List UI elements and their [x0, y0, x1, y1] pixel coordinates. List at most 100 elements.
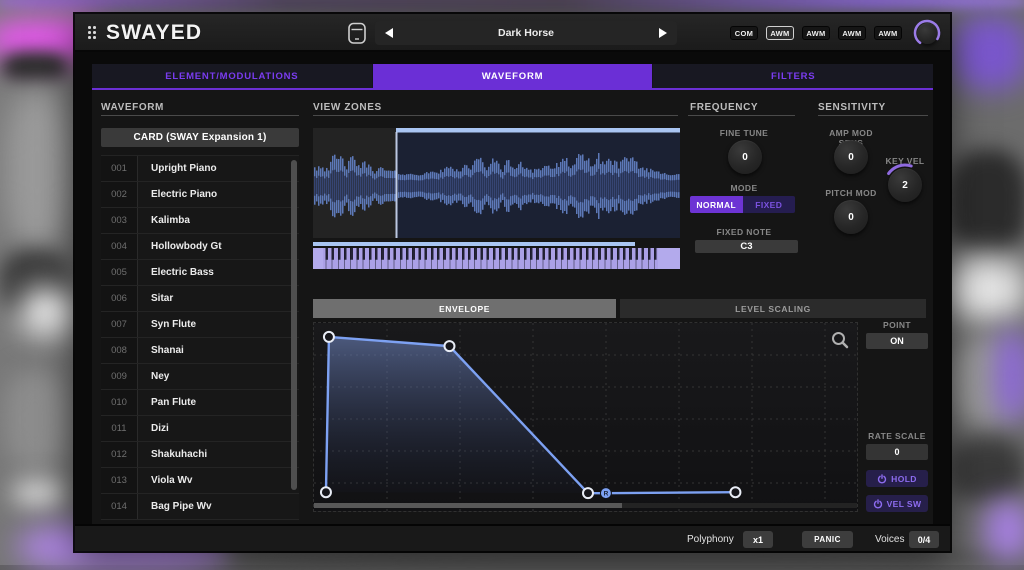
- background-blob: [996, 330, 1024, 420]
- fine-tune-label: FINE TUNE: [688, 128, 800, 138]
- waveform-item[interactable]: 001Upright Piano: [101, 156, 299, 182]
- waveform-item-number: 005: [101, 260, 138, 285]
- waveform-item[interactable]: 006Sitar: [101, 286, 299, 312]
- preset-selector[interactable]: Dark Horse: [375, 21, 677, 45]
- polyphony-value[interactable]: x1: [743, 531, 773, 548]
- panic-button[interactable]: PANIC: [802, 531, 853, 548]
- hold-button[interactable]: HOLD: [866, 470, 928, 487]
- waveform-item[interactable]: 012Shakuhachi: [101, 442, 299, 468]
- mode-option-fixed[interactable]: FIXED: [743, 196, 796, 213]
- tab-element-modulations[interactable]: ELEMENT/MODULATIONS: [92, 64, 372, 88]
- fixed-note-label: FIXED NOTE: [688, 227, 800, 237]
- waveform-item-name: Shakuhachi: [138, 442, 299, 467]
- fine-tune-value: 0: [742, 152, 748, 163]
- waveform-item-number: 011: [101, 416, 138, 441]
- rate-scale-label: RATE SCALE: [866, 431, 928, 441]
- background-blob: [4, 370, 66, 470]
- waveform-item-number: 014: [101, 494, 138, 519]
- waveform-item-name: Upright Piano: [138, 156, 299, 181]
- tab-envelope[interactable]: ENVELOPE: [313, 299, 616, 318]
- envelope-curve: R: [314, 323, 857, 511]
- zone-range-bar[interactable]: [313, 242, 635, 246]
- waveform-item-number: 002: [101, 182, 138, 207]
- voices-value[interactable]: 0/4: [909, 531, 939, 548]
- pitch-mod-value: 0: [848, 212, 854, 223]
- card-button[interactable]: CARD (SWAY Expansion 1): [101, 128, 299, 147]
- preset-prev-icon[interactable]: [385, 28, 393, 38]
- fine-tune-knob[interactable]: 0: [728, 140, 762, 174]
- menu-dots-icon[interactable]: [88, 26, 96, 39]
- top-button-awm[interactable]: AWM: [838, 26, 866, 40]
- pitch-mod-knob[interactable]: 0: [834, 200, 868, 234]
- cartridge-icon[interactable]: [347, 22, 367, 45]
- top-button-awm[interactable]: AWM: [766, 26, 794, 40]
- waveform-item[interactable]: 005Electric Bass: [101, 260, 299, 286]
- top-bar: SWAYED Dark Horse COM AWM AWM AWM AWM: [75, 14, 950, 52]
- preset-next-icon[interactable]: [659, 28, 667, 38]
- background-blob: [944, 258, 1024, 320]
- pitch-mod-label: PITCH MOD: [816, 188, 886, 198]
- envelope-point[interactable]: [321, 487, 331, 497]
- waveform-item[interactable]: 009Ney: [101, 364, 299, 390]
- waveform-item[interactable]: 010Pan Flute: [101, 390, 299, 416]
- top-button-awm[interactable]: AWM: [874, 26, 902, 40]
- background-blob: [948, 438, 1024, 502]
- envelope-point[interactable]: [583, 488, 593, 498]
- frequency-section-title: FREQUENCY: [690, 102, 758, 113]
- waveform-item[interactable]: 003Kalimba: [101, 208, 299, 234]
- amp-mod-sens-knob[interactable]: 0: [834, 140, 868, 174]
- waveform-item[interactable]: 011Dizi: [101, 416, 299, 442]
- waveform-item-name: Ney: [138, 364, 299, 389]
- background-blob: [948, 150, 1024, 254]
- top-buttons: COM AWM AWM AWM AWM: [730, 26, 902, 40]
- master-knob[interactable]: [917, 23, 938, 44]
- envelope-scrollbar-thumb[interactable]: [314, 503, 622, 508]
- plugin-window: SWAYED Dark Horse COM AWM AWM AWM AWM ELEMEN…: [75, 14, 950, 551]
- voices-label: Voices: [875, 526, 904, 553]
- waveform-item-name: Syn Flute: [138, 312, 299, 337]
- waveform-item[interactable]: 002Electric Piano: [101, 182, 299, 208]
- top-button-awm[interactable]: AWM: [802, 26, 830, 40]
- rate-scale-value[interactable]: 0: [866, 444, 928, 460]
- waveform-item[interactable]: 013Viola Wv: [101, 468, 299, 494]
- release-point-label: R: [604, 491, 609, 498]
- envelope-point[interactable]: [444, 341, 454, 351]
- envelope-point[interactable]: [730, 487, 740, 497]
- waveform-item-number: 009: [101, 364, 138, 389]
- divider: [101, 115, 299, 116]
- tab-level-scaling[interactable]: LEVEL SCALING: [620, 299, 926, 318]
- vel-sw-button[interactable]: VEL SW: [866, 495, 928, 512]
- amp-mod-sens-value: 0: [848, 152, 854, 163]
- background-blob: [2, 52, 68, 82]
- waveform-item[interactable]: 014Bag Pipe Wv: [101, 494, 299, 520]
- magnifier-icon[interactable]: [831, 331, 849, 349]
- tab-waveform[interactable]: WAVEFORM: [373, 64, 653, 88]
- sample-waveform-display[interactable]: [313, 128, 680, 238]
- waveform-item-number: 010: [101, 390, 138, 415]
- point-on-button[interactable]: ON: [866, 333, 928, 349]
- top-button-com[interactable]: COM: [730, 26, 758, 40]
- preset-name[interactable]: Dark Horse: [498, 27, 554, 39]
- mode-option-normal[interactable]: NORMAL: [690, 196, 743, 213]
- waveform-item-name: Electric Bass: [138, 260, 299, 285]
- key-vel-value: 2: [902, 180, 908, 191]
- divider: [818, 115, 928, 116]
- waveform-item-name: Dizi: [138, 416, 299, 441]
- envelope-point[interactable]: [324, 332, 334, 342]
- background-blob: [985, 500, 1024, 560]
- envelope-graph[interactable]: R: [313, 322, 858, 512]
- fixed-note-value[interactable]: C3: [695, 240, 798, 253]
- tab-filters[interactable]: FILTERS: [653, 64, 933, 88]
- waveform-list-scrollbar[interactable]: [291, 160, 297, 490]
- key-vel-knob[interactable]: 2: [888, 168, 922, 202]
- app-logo: SWAYED: [106, 21, 202, 45]
- waveform-item[interactable]: 004Hollowbody Gt: [101, 234, 299, 260]
- waveform-item-name: Kalimba: [138, 208, 299, 233]
- waveform-item-number: 003: [101, 208, 138, 233]
- mode-label: MODE: [688, 183, 800, 193]
- waveform-section-title: WAVEFORM: [101, 102, 164, 113]
- zone-keyboard[interactable]: [313, 248, 680, 269]
- waveform-item[interactable]: 007Syn Flute: [101, 312, 299, 338]
- waveform-item[interactable]: 008Shanai: [101, 338, 299, 364]
- waveform-item-number: 008: [101, 338, 138, 363]
